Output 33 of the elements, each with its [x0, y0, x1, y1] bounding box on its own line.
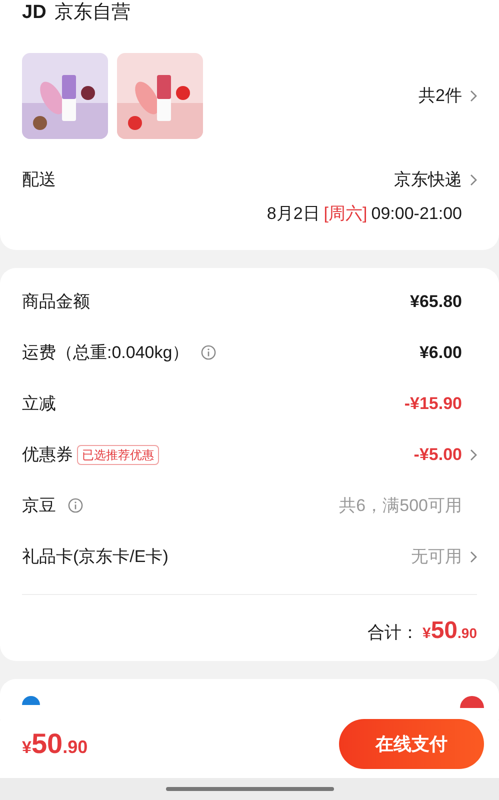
- chevron-icon: [470, 550, 477, 562]
- fee-value: 无可用: [411, 546, 462, 568]
- payment-icon: [22, 696, 40, 705]
- shop-logo: JD: [22, 0, 46, 25]
- delivery-weekday: [周六]: [324, 202, 368, 224]
- payable-amount: ¥50.90: [22, 727, 88, 761]
- coupon-tag: 已选推荐优惠: [77, 444, 159, 464]
- total-label: 合计：: [367, 622, 418, 644]
- fee-value: -¥5.00: [414, 444, 462, 466]
- fee-value: ¥6.00: [419, 342, 462, 364]
- delivery-time: 09:00-21:00: [371, 202, 462, 224]
- fee-label: 京豆: [22, 494, 56, 517]
- fee-value: 共6，满500可用: [339, 494, 462, 517]
- chevron-icon: [470, 448, 477, 460]
- info-icon[interactable]: [201, 345, 216, 360]
- fee-label: 立减: [22, 392, 56, 415]
- fee-value: -¥15.90: [404, 392, 462, 415]
- total-amount: ¥50.90: [422, 616, 477, 646]
- chevron-icon: [470, 174, 477, 186]
- fee-label: 商品金额: [22, 290, 90, 313]
- item-count[interactable]: 共2件: [418, 83, 462, 109]
- fee-label: 礼品卡(京东卡/E卡): [22, 546, 168, 568]
- carrier-name[interactable]: 京东快递: [394, 167, 462, 192]
- delivery-label: 配送: [22, 169, 56, 191]
- delivery-date: 8月2日: [266, 202, 320, 224]
- radio-icon[interactable]: [460, 696, 484, 708]
- pay-button[interactable]: 在线支付: [339, 719, 484, 769]
- fee-label: 运费（总重:0.040kg）: [22, 342, 190, 364]
- shop-name: 京东自营: [54, 0, 130, 25]
- chevron-icon: [470, 90, 477, 102]
- fee-value: ¥65.80: [410, 290, 462, 313]
- info-icon[interactable]: [68, 498, 83, 513]
- fee-label: 优惠券: [22, 444, 73, 466]
